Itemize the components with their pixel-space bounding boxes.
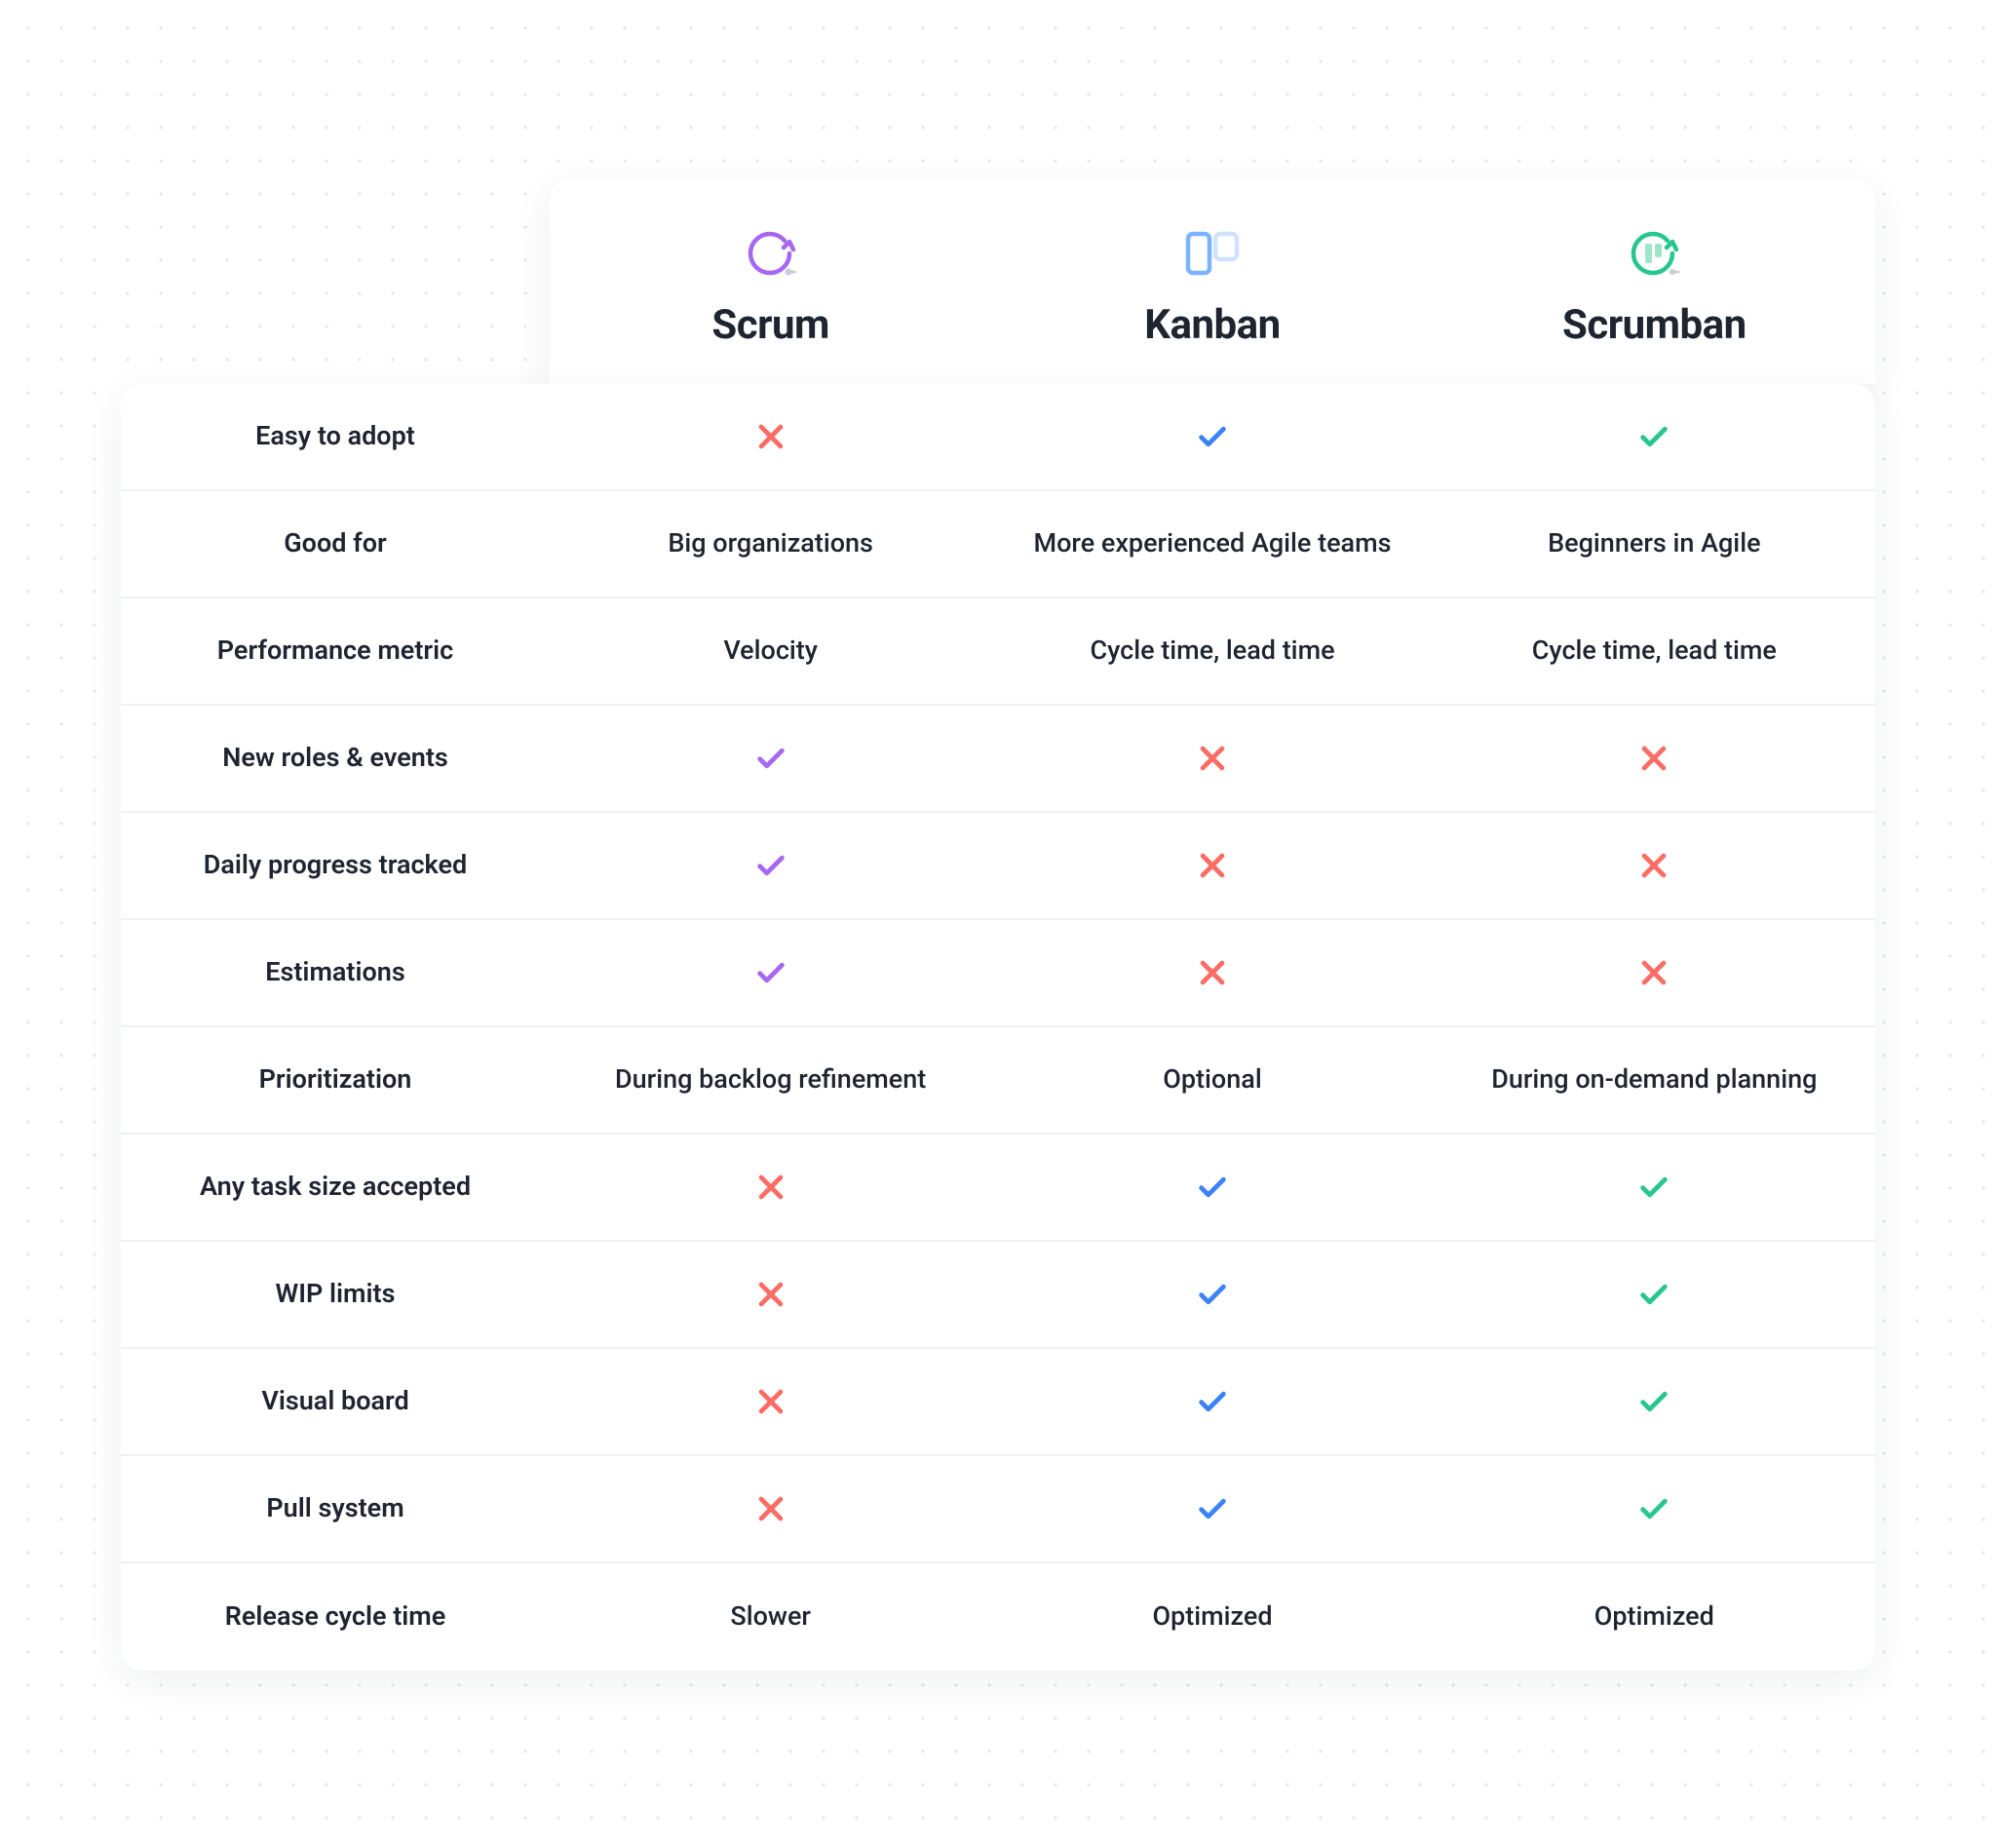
cell <box>991 420 1433 453</box>
table-row: Release cycle timeSlowerOptimizedOptimiz… <box>121 1563 1875 1671</box>
scrum-icon <box>745 227 797 280</box>
comparison-frame: Scrum Kanban Scr <box>82 178 1914 1671</box>
cell <box>550 956 991 989</box>
cell <box>1434 1171 1875 1204</box>
kanban-icon <box>1182 227 1243 280</box>
check-icon <box>1196 1492 1229 1525</box>
row-label: Daily progress tracked <box>121 848 550 882</box>
cell <box>991 956 1433 989</box>
row-label: Any task size accepted <box>121 1170 550 1204</box>
cell <box>550 420 991 453</box>
cell: Slower <box>550 1598 991 1634</box>
table-row: Good forBig organizationsMore experience… <box>121 491 1875 598</box>
x-icon <box>1196 956 1229 989</box>
table-row: Pull system <box>121 1456 1875 1563</box>
x-icon <box>1637 742 1670 775</box>
cell: During on-demand planning <box>1434 1061 1875 1097</box>
row-label: WIP limits <box>121 1277 550 1311</box>
table-row: PrioritizationDuring backlog refinementO… <box>121 1027 1875 1135</box>
check-icon <box>1637 1171 1670 1204</box>
x-icon <box>754 1492 787 1525</box>
check-icon <box>1637 1278 1670 1311</box>
cell <box>550 1171 991 1204</box>
cell <box>991 849 1433 882</box>
check-icon <box>754 956 787 989</box>
check-icon <box>754 849 787 882</box>
check-icon <box>1637 1492 1670 1525</box>
scrumban-icon <box>1626 227 1682 280</box>
check-icon <box>754 742 787 775</box>
cell <box>991 1385 1433 1418</box>
cell: Optimized <box>1434 1598 1875 1634</box>
cell: More experienced Agile teams <box>991 525 1433 560</box>
row-label: Easy to adopt <box>121 419 550 453</box>
cell <box>550 849 991 882</box>
x-icon <box>754 1278 787 1311</box>
x-icon <box>1637 956 1670 989</box>
column-title: Scrum <box>711 301 829 349</box>
x-icon <box>754 420 787 453</box>
column-title: Kanban <box>1144 301 1280 349</box>
table-row: Any task size accepted <box>121 1135 1875 1242</box>
table-row: WIP limits <box>121 1242 1875 1349</box>
cell <box>991 1278 1433 1311</box>
table-row: Visual board <box>121 1349 1875 1456</box>
row-label: Good for <box>121 526 550 560</box>
cell: During backlog refinement <box>550 1061 991 1097</box>
cell: Cycle time, lead time <box>1434 633 1875 668</box>
row-label: Visual board <box>121 1384 550 1418</box>
cell: Optional <box>991 1061 1433 1097</box>
row-label: Performance metric <box>121 634 550 668</box>
table-row: Estimations <box>121 920 1875 1027</box>
row-label: Estimations <box>121 955 550 989</box>
row-label: New roles & events <box>121 741 550 775</box>
row-label: Release cycle time <box>121 1599 550 1634</box>
cell: Big organizations <box>550 525 991 560</box>
cell <box>1434 849 1875 882</box>
row-label: Prioritization <box>121 1062 550 1097</box>
comparison-table: Easy to adopt Good forBig organizationsMo… <box>121 384 1875 1671</box>
check-icon <box>1196 1385 1229 1418</box>
cell: Beginners in Agile <box>1434 525 1875 560</box>
table-row: Performance metricVelocityCycle time, le… <box>121 598 1875 706</box>
cell <box>991 1171 1433 1204</box>
cell <box>550 1492 991 1525</box>
columns-header: Scrum Kanban Scr <box>550 178 1875 384</box>
table-row: New roles & events <box>121 706 1875 813</box>
cell: Optimized <box>991 1598 1433 1634</box>
column-header-kanban: Kanban <box>991 227 1433 349</box>
x-icon <box>1196 742 1229 775</box>
cell <box>991 742 1433 775</box>
cell <box>550 742 991 775</box>
cell <box>1434 956 1875 989</box>
x-icon <box>1196 849 1229 882</box>
check-icon <box>1637 1385 1670 1418</box>
column-header-scrum: Scrum <box>550 227 991 349</box>
table-row: Daily progress tracked <box>121 813 1875 920</box>
check-icon <box>1637 420 1670 453</box>
x-icon <box>754 1171 787 1204</box>
cell <box>991 1492 1433 1525</box>
cell <box>1434 420 1875 453</box>
cell: Cycle time, lead time <box>991 633 1433 668</box>
cell <box>550 1385 991 1418</box>
x-icon <box>754 1385 787 1418</box>
x-icon <box>1637 849 1670 882</box>
cell <box>1434 1492 1875 1525</box>
column-header-scrumban: Scrumban <box>1434 227 1875 349</box>
cell <box>550 1278 991 1311</box>
row-label: Pull system <box>121 1491 550 1525</box>
check-icon <box>1196 1171 1229 1204</box>
column-title: Scrumban <box>1562 301 1746 349</box>
cell <box>1434 1278 1875 1311</box>
cell: Velocity <box>550 633 991 668</box>
table-row: Easy to adopt <box>121 384 1875 491</box>
check-icon <box>1196 1278 1229 1311</box>
cell <box>1434 1385 1875 1418</box>
cell <box>1434 742 1875 775</box>
check-icon <box>1196 420 1229 453</box>
